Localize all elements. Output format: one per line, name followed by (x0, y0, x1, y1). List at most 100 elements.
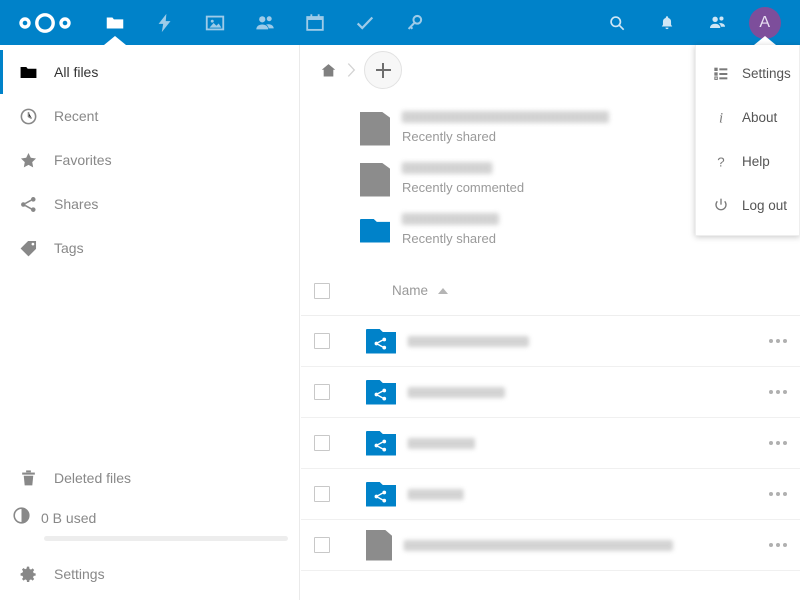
sidebar-item-all-files[interactable]: All files (0, 50, 299, 94)
user-menu-label: Settings (742, 65, 791, 81)
tag-icon (12, 232, 44, 264)
header-right-group: A (592, 0, 800, 45)
sidebar-item-shares[interactable]: Shares (0, 182, 299, 226)
recommendation-meta: Recently shared (402, 213, 499, 248)
sidebar-item-favorites[interactable]: Favorites (0, 138, 299, 182)
gear-icon (12, 558, 44, 590)
star-icon (12, 144, 44, 176)
share-glyph-icon (374, 439, 387, 451)
app-nav-tasks[interactable] (340, 0, 390, 45)
user-menu-item-settings[interactable]: Settings (696, 51, 799, 95)
sidebar-item-quota[interactable]: 0 B used (0, 500, 299, 552)
recommendation-name-redacted (402, 162, 492, 174)
share-glyph-icon (374, 388, 387, 400)
folder-thumbnail-icon (360, 218, 390, 243)
column-header-name[interactable]: Name (392, 283, 449, 298)
user-menu-item-logout[interactable]: Log out (696, 183, 799, 227)
overflow-menu-icon[interactable] (756, 367, 800, 418)
dot (769, 543, 773, 547)
app-header: A (0, 0, 800, 45)
sidebar-item-tags[interactable]: Tags (0, 226, 299, 270)
dot (769, 339, 773, 343)
overflow-menu-icon[interactable] (756, 418, 800, 469)
sidebar-item-label: Settings (54, 566, 105, 582)
app-nav-activity[interactable] (140, 0, 190, 45)
file-name-redacted (408, 386, 505, 398)
active-app-pointer (104, 36, 126, 45)
dot (769, 390, 773, 394)
sidebar-item-label: Recent (54, 108, 99, 124)
overflow-menu-icon[interactable] (756, 520, 800, 571)
app-nav-photos[interactable] (190, 0, 240, 45)
dot (776, 441, 780, 445)
shared-folder-icon (366, 430, 396, 456)
file-table: Name (301, 266, 800, 571)
power-icon (710, 194, 732, 216)
avatar: A (749, 6, 781, 39)
overflow-menu-icon[interactable] (756, 316, 800, 367)
sidebar-item-recent[interactable]: Recent (0, 94, 299, 138)
app-nav-passwords[interactable] (390, 0, 440, 45)
dot (776, 492, 780, 496)
home-icon[interactable] (316, 45, 340, 95)
nextcloud-logo[interactable] (0, 0, 90, 45)
quota-progress-bar (44, 536, 288, 541)
column-header-label: Name (392, 283, 429, 298)
file-name-redacted (404, 539, 673, 551)
row-checkbox[interactable] (314, 537, 330, 553)
bell-icon[interactable] (642, 0, 692, 45)
contacts-menu-icon[interactable] (692, 0, 742, 45)
user-menu-pointer (754, 36, 776, 45)
row-checkbox[interactable] (314, 435, 330, 451)
recommendation-subtitle: Recently shared (402, 129, 496, 144)
user-avatar-button[interactable]: A (742, 0, 788, 45)
search-icon[interactable] (592, 0, 642, 45)
sidebar-item-deleted-files[interactable]: Deleted files (0, 456, 299, 500)
table-row[interactable] (301, 316, 800, 367)
pie-icon (12, 506, 31, 528)
overflow-menu-icon[interactable] (756, 469, 800, 520)
row-checkbox[interactable] (314, 486, 330, 502)
table-row[interactable] (301, 367, 800, 418)
dot (783, 543, 787, 547)
file-name-redacted (408, 488, 464, 500)
app-nav-calendar[interactable] (290, 0, 340, 45)
dot (776, 390, 780, 394)
share-icon (12, 188, 44, 220)
row-checkbox[interactable] (314, 384, 330, 400)
file-name-redacted (408, 437, 475, 449)
app-nav-files[interactable] (90, 0, 140, 45)
folder-icon (12, 56, 44, 88)
recommendation-meta: Recently commented (402, 162, 524, 197)
table-row[interactable] (301, 418, 800, 469)
shared-folder-icon (366, 328, 396, 354)
user-menu-label: Help (742, 153, 770, 169)
recommendation-meta: Recently shared (402, 111, 609, 146)
dot (783, 492, 787, 496)
user-menu-item-help[interactable]: ? Help (696, 139, 799, 183)
triangle-up-icon (438, 287, 449, 294)
user-menu: Settings i About ? Help Log out (695, 45, 800, 236)
sidebar-item-settings[interactable]: Settings (0, 552, 299, 596)
sidebar-item-label: Shares (54, 196, 99, 212)
svg-text:i: i (719, 110, 723, 125)
recommendation-name-redacted (402, 213, 499, 225)
recommendation-subtitle: Recently commented (402, 180, 525, 195)
select-all-checkbox[interactable] (314, 282, 330, 299)
row-checkbox[interactable] (314, 333, 330, 349)
sidebar-item-label: Deleted files (54, 470, 132, 486)
sidebar-item-label: Tags (54, 240, 84, 256)
share-glyph-icon (374, 337, 387, 349)
recommendation-name-redacted (402, 111, 609, 123)
app-nav-contacts[interactable] (240, 0, 290, 45)
trash-icon (12, 462, 44, 494)
dot (776, 339, 780, 343)
dot (769, 441, 773, 445)
question-icon: ? (710, 150, 732, 172)
user-menu-item-about[interactable]: i About (696, 95, 799, 139)
new-file-button[interactable] (364, 51, 402, 89)
table-row[interactable] (301, 520, 800, 571)
recommendation-subtitle: Recently shared (402, 231, 496, 246)
table-row[interactable] (301, 469, 800, 520)
dot (783, 390, 787, 394)
